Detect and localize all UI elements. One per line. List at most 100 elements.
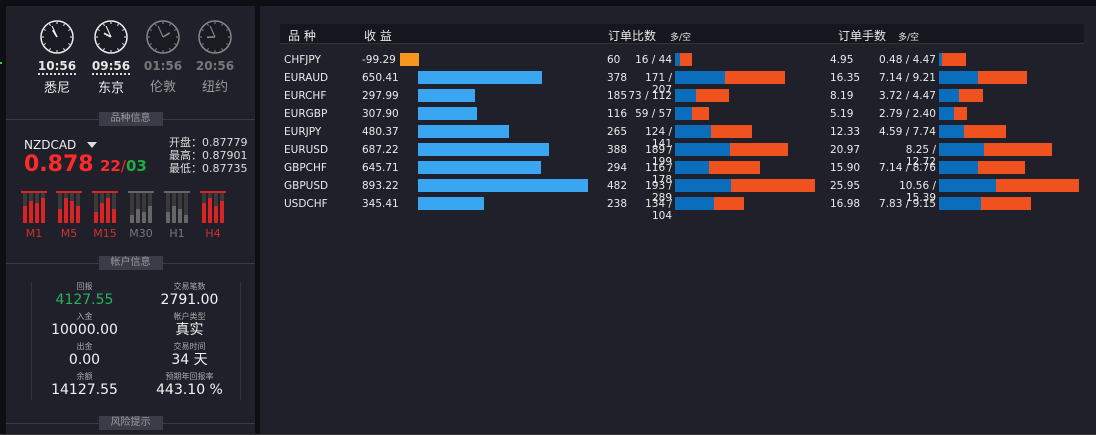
signal-bar <box>41 198 45 223</box>
table-row[interactable]: GBPCHF 645.71 294 116 / 178 15.90 7.14 /… <box>282 159 1082 186</box>
account-info-header: 帐户信息 <box>6 256 255 270</box>
orders-long-bar <box>675 71 725 84</box>
table-row[interactable]: GBPUSD 893.22 482 193 / 289 25.95 10.56 … <box>282 177 1082 204</box>
signal-bar <box>58 209 62 223</box>
orders-short-bar <box>696 89 729 102</box>
timeframe-m30[interactable]: M30 <box>126 191 156 240</box>
low-label: 最低： <box>169 162 202 175</box>
timeframe-label: M5 <box>60 227 78 240</box>
clock-time: 09:56 <box>91 59 131 75</box>
clock-icon <box>198 20 232 54</box>
cell-profit: 687.22 <box>362 144 399 156</box>
signal-bar-bg <box>76 193 80 206</box>
open-stat: 开盘：0.87779 <box>169 136 248 149</box>
cell-lots-ratio: 7.83 / 9.15 <box>879 198 936 210</box>
profit-cell: 回报 4127.55 <box>32 282 137 308</box>
cell-orders-ratio: 16 / 44 <box>635 54 672 66</box>
left-panel: 10:56 悉尼 09:56 东京 01:56 伦敦 20:56 纽约 品种信息… <box>6 6 255 435</box>
table-row[interactable]: EURAUD 650.41 378 171 / 207 16.35 7.14 /… <box>282 69 1082 96</box>
cell-lots-total: 16.35 <box>830 72 861 84</box>
withdraw-value: 0.00 <box>68 352 101 368</box>
col-symbol: 品 种 <box>288 29 316 43</box>
timeframe-m5[interactable]: M5 <box>54 191 84 240</box>
symbol-selector[interactable]: NZDCAD <box>24 138 76 152</box>
signal-bar <box>214 206 218 223</box>
timeframe-m15[interactable]: M15 <box>90 191 120 240</box>
timeframe-m1[interactable]: M1 <box>19 191 49 240</box>
signal-bar <box>202 203 206 223</box>
cell-lots-ratio: 7.14 / 8.76 <box>879 162 936 174</box>
trading-days-value: 34 天 <box>171 352 208 368</box>
table-row[interactable]: CHFJPY -99.29 60 16 / 44 4.95 0.48 / 4.4… <box>282 51 1082 69</box>
table-row[interactable]: EURGBP 307.90 116 59 / 57 5.19 2.79 / 2.… <box>282 105 1082 123</box>
table-row[interactable]: EURUSD 687.22 388 189 / 199 20.97 8.25 /… <box>282 141 1082 168</box>
signal-bar <box>136 209 140 223</box>
table-row[interactable]: USDCHF 345.41 238 134 / 104 16.98 7.83 /… <box>282 195 1082 222</box>
col-orders: 订单比数 <box>608 29 657 43</box>
balance-label: 余额 <box>76 372 93 381</box>
clock-icon <box>146 20 180 54</box>
cell-symbol: EURJPY <box>284 126 322 138</box>
profit-bar <box>418 89 475 102</box>
clock-time: 01:56 <box>143 59 183 73</box>
signal-bar <box>178 209 182 223</box>
clock: 10:56 悉尼 <box>32 20 82 96</box>
timeframe-h1[interactable]: H1 <box>162 191 192 240</box>
profit-bar <box>418 197 484 210</box>
price-pip2: 03 <box>125 157 147 175</box>
signal-bar-bg <box>29 193 33 201</box>
table-row[interactable]: EURJPY 480.37 265 124 / 141 12.33 4.59 /… <box>282 123 1082 150</box>
price-stats: 开盘：0.87779 最高：0.87901 最低：0.87735 <box>169 136 248 175</box>
trading-days-label: 交易时间 <box>173 342 206 351</box>
lots-long-bar <box>939 161 978 174</box>
signal-bar <box>220 201 224 223</box>
signal-bar <box>208 198 212 223</box>
deposit-label: 入金 <box>76 312 93 321</box>
signal-bar <box>35 203 39 223</box>
lots-short-bar <box>981 197 1031 210</box>
timeframe-label: M1 <box>25 227 43 240</box>
signal-bar <box>130 215 134 223</box>
lots-short-bar <box>941 53 966 66</box>
table-row[interactable]: EURCHF 297.99 185 73 / 112 8.19 3.72 / 4… <box>282 87 1082 105</box>
timeframe-label: H1 <box>169 227 185 240</box>
clock-icon <box>94 20 128 54</box>
orders-short-bar <box>708 161 761 174</box>
trades-cell: 交易笔数 2791.00 <box>137 282 242 308</box>
lots-short-bar <box>983 143 1053 156</box>
account-info-panel: 回报 4127.55 交易笔数 2791.00 入金 10000.00 帐户类型… <box>31 282 241 400</box>
cell-lots-total: 16.98 <box>830 198 861 210</box>
profit-bar <box>418 125 510 138</box>
lots-short-bar <box>954 107 967 120</box>
symbol-info-title: 品种信息 <box>98 112 163 126</box>
deposit-cell: 入金 10000.00 <box>32 312 137 338</box>
orders-long-bar <box>675 107 693 120</box>
signal-bar <box>64 198 68 223</box>
clock-icon <box>40 20 74 54</box>
cell-symbol: EURCHF <box>284 90 327 102</box>
withdraw-cell: 出金 0.00 <box>32 342 137 368</box>
clock: 01:56 伦敦 <box>138 20 188 95</box>
signal-bar <box>106 198 110 223</box>
annual-return-label: 预期年回报率 <box>165 372 214 381</box>
signal-bar-bg <box>35 193 39 203</box>
cell-lots-ratio: 3.72 / 4.47 <box>879 90 936 102</box>
signal-bar-bg <box>220 193 224 201</box>
cell-lots-total: 12.33 <box>830 126 861 138</box>
profit-bar <box>418 179 588 192</box>
chevron-down-icon[interactable] <box>87 142 97 148</box>
cell-lots-ratio: 0.48 / 4.47 <box>879 54 936 66</box>
signal-bar-bg <box>94 193 98 212</box>
clock-time: 20:56 <box>195 59 235 73</box>
account-info-title: 帐户信息 <box>98 256 163 270</box>
cell-symbol: USDCHF <box>284 198 328 210</box>
orders-long-bar <box>675 179 732 192</box>
symbol-info-panel: NZDCAD 0.878 22/03 开盘：0.87779 最高：0.87901… <box>21 136 254 246</box>
cell-symbol: GBPUSD <box>284 180 329 192</box>
profit-value: 4127.55 <box>55 292 114 308</box>
clock-city: 悉尼 <box>43 81 70 96</box>
timeframe-h4[interactable]: H4 <box>198 191 228 240</box>
signal-bar-bg <box>112 193 116 209</box>
orders-short-bar <box>679 53 693 66</box>
price-pips: 22/03 <box>100 157 147 175</box>
